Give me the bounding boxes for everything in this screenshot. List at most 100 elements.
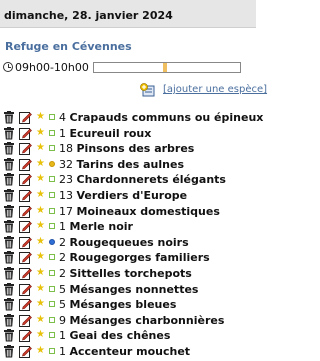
delete-icon[interactable]: [3, 251, 15, 264]
edit-icon[interactable]: [19, 314, 32, 327]
date-header: dimanche, 28. janvier 2024: [0, 0, 256, 28]
observation-row: ★ 13 Verdiers d'Europe: [0, 188, 256, 204]
edit-icon[interactable]: [19, 251, 32, 265]
status-square-icon: [49, 145, 55, 152]
status-square-icon: [49, 254, 55, 261]
site-title[interactable]: Refuge en Cévennes: [5, 40, 132, 53]
observation-row: ★ 9 Mésanges charbonnières: [0, 313, 256, 329]
delete-icon[interactable]: [3, 220, 15, 233]
species-name: Accenteur mouchet: [69, 344, 191, 358]
status-dot-blue-icon: [49, 238, 55, 245]
observation-label: 13 Verdiers d'Europe: [59, 189, 187, 202]
edit-icon[interactable]: [19, 127, 32, 140]
observation-count: 2: [59, 266, 66, 280]
observation-row: ★ 1 Merle noir: [0, 219, 256, 235]
observation-row: ★ 32 Tarins des aulnes: [0, 157, 256, 173]
edit-icon[interactable]: [19, 142, 32, 156]
delete-icon[interactable]: [3, 282, 15, 296]
edit-icon[interactable]: [19, 329, 32, 343]
star-icon[interactable]: ★: [36, 266, 45, 280]
star-icon[interactable]: ★: [36, 235, 45, 249]
observation-count: 1: [59, 126, 66, 140]
observation-label: 32 Tarins des aulnes: [59, 158, 184, 171]
edit-icon[interactable]: [19, 111, 32, 124]
edit-icon[interactable]: [19, 345, 32, 358]
observation-label: 1 Ecureuil roux: [59, 127, 151, 140]
observation-label: 9 Mésanges charbonnières: [59, 314, 224, 327]
observation-count: 32: [59, 157, 73, 171]
species-name: Sittelles torchepots: [69, 266, 192, 280]
edit-icon[interactable]: [19, 205, 32, 218]
time-slot-bar: [93, 62, 241, 73]
star-icon[interactable]: ★: [36, 282, 45, 296]
edit-icon[interactable]: [19, 189, 32, 202]
star-icon[interactable]: ★: [36, 204, 45, 218]
delete-icon[interactable]: [3, 235, 15, 249]
delete-icon[interactable]: [3, 298, 15, 311]
edit-icon[interactable]: [19, 267, 32, 280]
species-name: Rougegorges familiers: [69, 251, 210, 265]
star-icon[interactable]: ★: [36, 219, 45, 233]
delete-icon[interactable]: [3, 313, 15, 327]
edit-icon[interactable]: [19, 298, 32, 312]
star-icon[interactable]: ★: [36, 344, 45, 358]
star-icon[interactable]: ★: [36, 313, 45, 327]
add-species-icon[interactable]: [140, 83, 156, 97]
observation-label: 1 Geai des chênes: [59, 329, 170, 342]
observation-count: 5: [59, 282, 66, 296]
edit-icon[interactable]: [19, 158, 32, 171]
delete-icon[interactable]: [3, 329, 15, 342]
observation-count: 23: [59, 173, 73, 187]
star-icon[interactable]: ★: [36, 141, 45, 155]
delete-icon[interactable]: [3, 126, 15, 140]
star-icon[interactable]: ★: [36, 328, 45, 342]
observation-label: 5 Mésanges nonnettes: [59, 283, 198, 296]
star-icon[interactable]: ★: [36, 110, 45, 124]
add-species-link[interactable]: [ajouter une espèce]: [163, 84, 267, 95]
observation-row: ★ 18 Pinsons des arbres: [0, 141, 256, 157]
status-square-icon: [49, 129, 55, 136]
observation-count: 5: [59, 298, 66, 312]
observation-label: 1 Accenteur mouchet: [59, 345, 190, 358]
delete-icon[interactable]: [3, 344, 15, 358]
observation-count: 1: [59, 329, 66, 343]
star-icon[interactable]: ★: [36, 157, 45, 171]
status-square-icon: [49, 114, 55, 120]
edit-icon[interactable]: [19, 283, 32, 296]
delete-icon[interactable]: [3, 188, 15, 202]
star-icon[interactable]: ★: [36, 297, 45, 311]
delete-icon[interactable]: [3, 173, 15, 186]
time-slot-row: 09h00-10h00: [3, 61, 253, 75]
status-square-icon: [49, 223, 55, 230]
star-icon[interactable]: ★: [36, 172, 45, 186]
observation-label: 4 Crapauds communs ou épineux: [59, 111, 263, 124]
species-name: Pinsons des arbres: [76, 142, 195, 156]
delete-icon[interactable]: [3, 266, 15, 280]
observation-row: ★ 5 Mésanges bleues: [0, 297, 256, 313]
observation-label: 2 Sittelles torchepots: [59, 267, 192, 280]
observation-count: 13: [59, 188, 73, 202]
delete-icon[interactable]: [3, 111, 15, 124]
star-icon[interactable]: ★: [36, 250, 45, 264]
observation-label: 2 Rougegorges familiers: [59, 251, 210, 264]
delete-icon[interactable]: [3, 157, 15, 171]
species-name: Rougequeues noirs: [69, 235, 189, 249]
delete-icon[interactable]: [3, 204, 15, 218]
observation-label: 23 Chardonnerets élégants: [59, 173, 226, 186]
star-icon[interactable]: ★: [36, 126, 45, 140]
species-name: Tarins des aulnes: [76, 157, 185, 171]
delete-icon[interactable]: [3, 142, 15, 155]
status-square-icon: [49, 176, 55, 183]
observation-count: 4: [59, 111, 66, 124]
species-name: Mésanges nonnettes: [69, 282, 199, 296]
edit-icon[interactable]: [19, 220, 32, 234]
species-name: Crapauds communs ou épineux: [69, 111, 264, 124]
edit-icon[interactable]: [19, 236, 32, 249]
star-icon[interactable]: ★: [36, 188, 45, 202]
observation-count: 2: [59, 251, 66, 265]
observation-count: 1: [59, 220, 66, 234]
observation-row: ★ 1 Geai des chênes: [0, 328, 256, 344]
edit-icon[interactable]: [19, 173, 32, 187]
status-square-icon: [49, 316, 55, 323]
observation-count: 17: [59, 204, 73, 218]
